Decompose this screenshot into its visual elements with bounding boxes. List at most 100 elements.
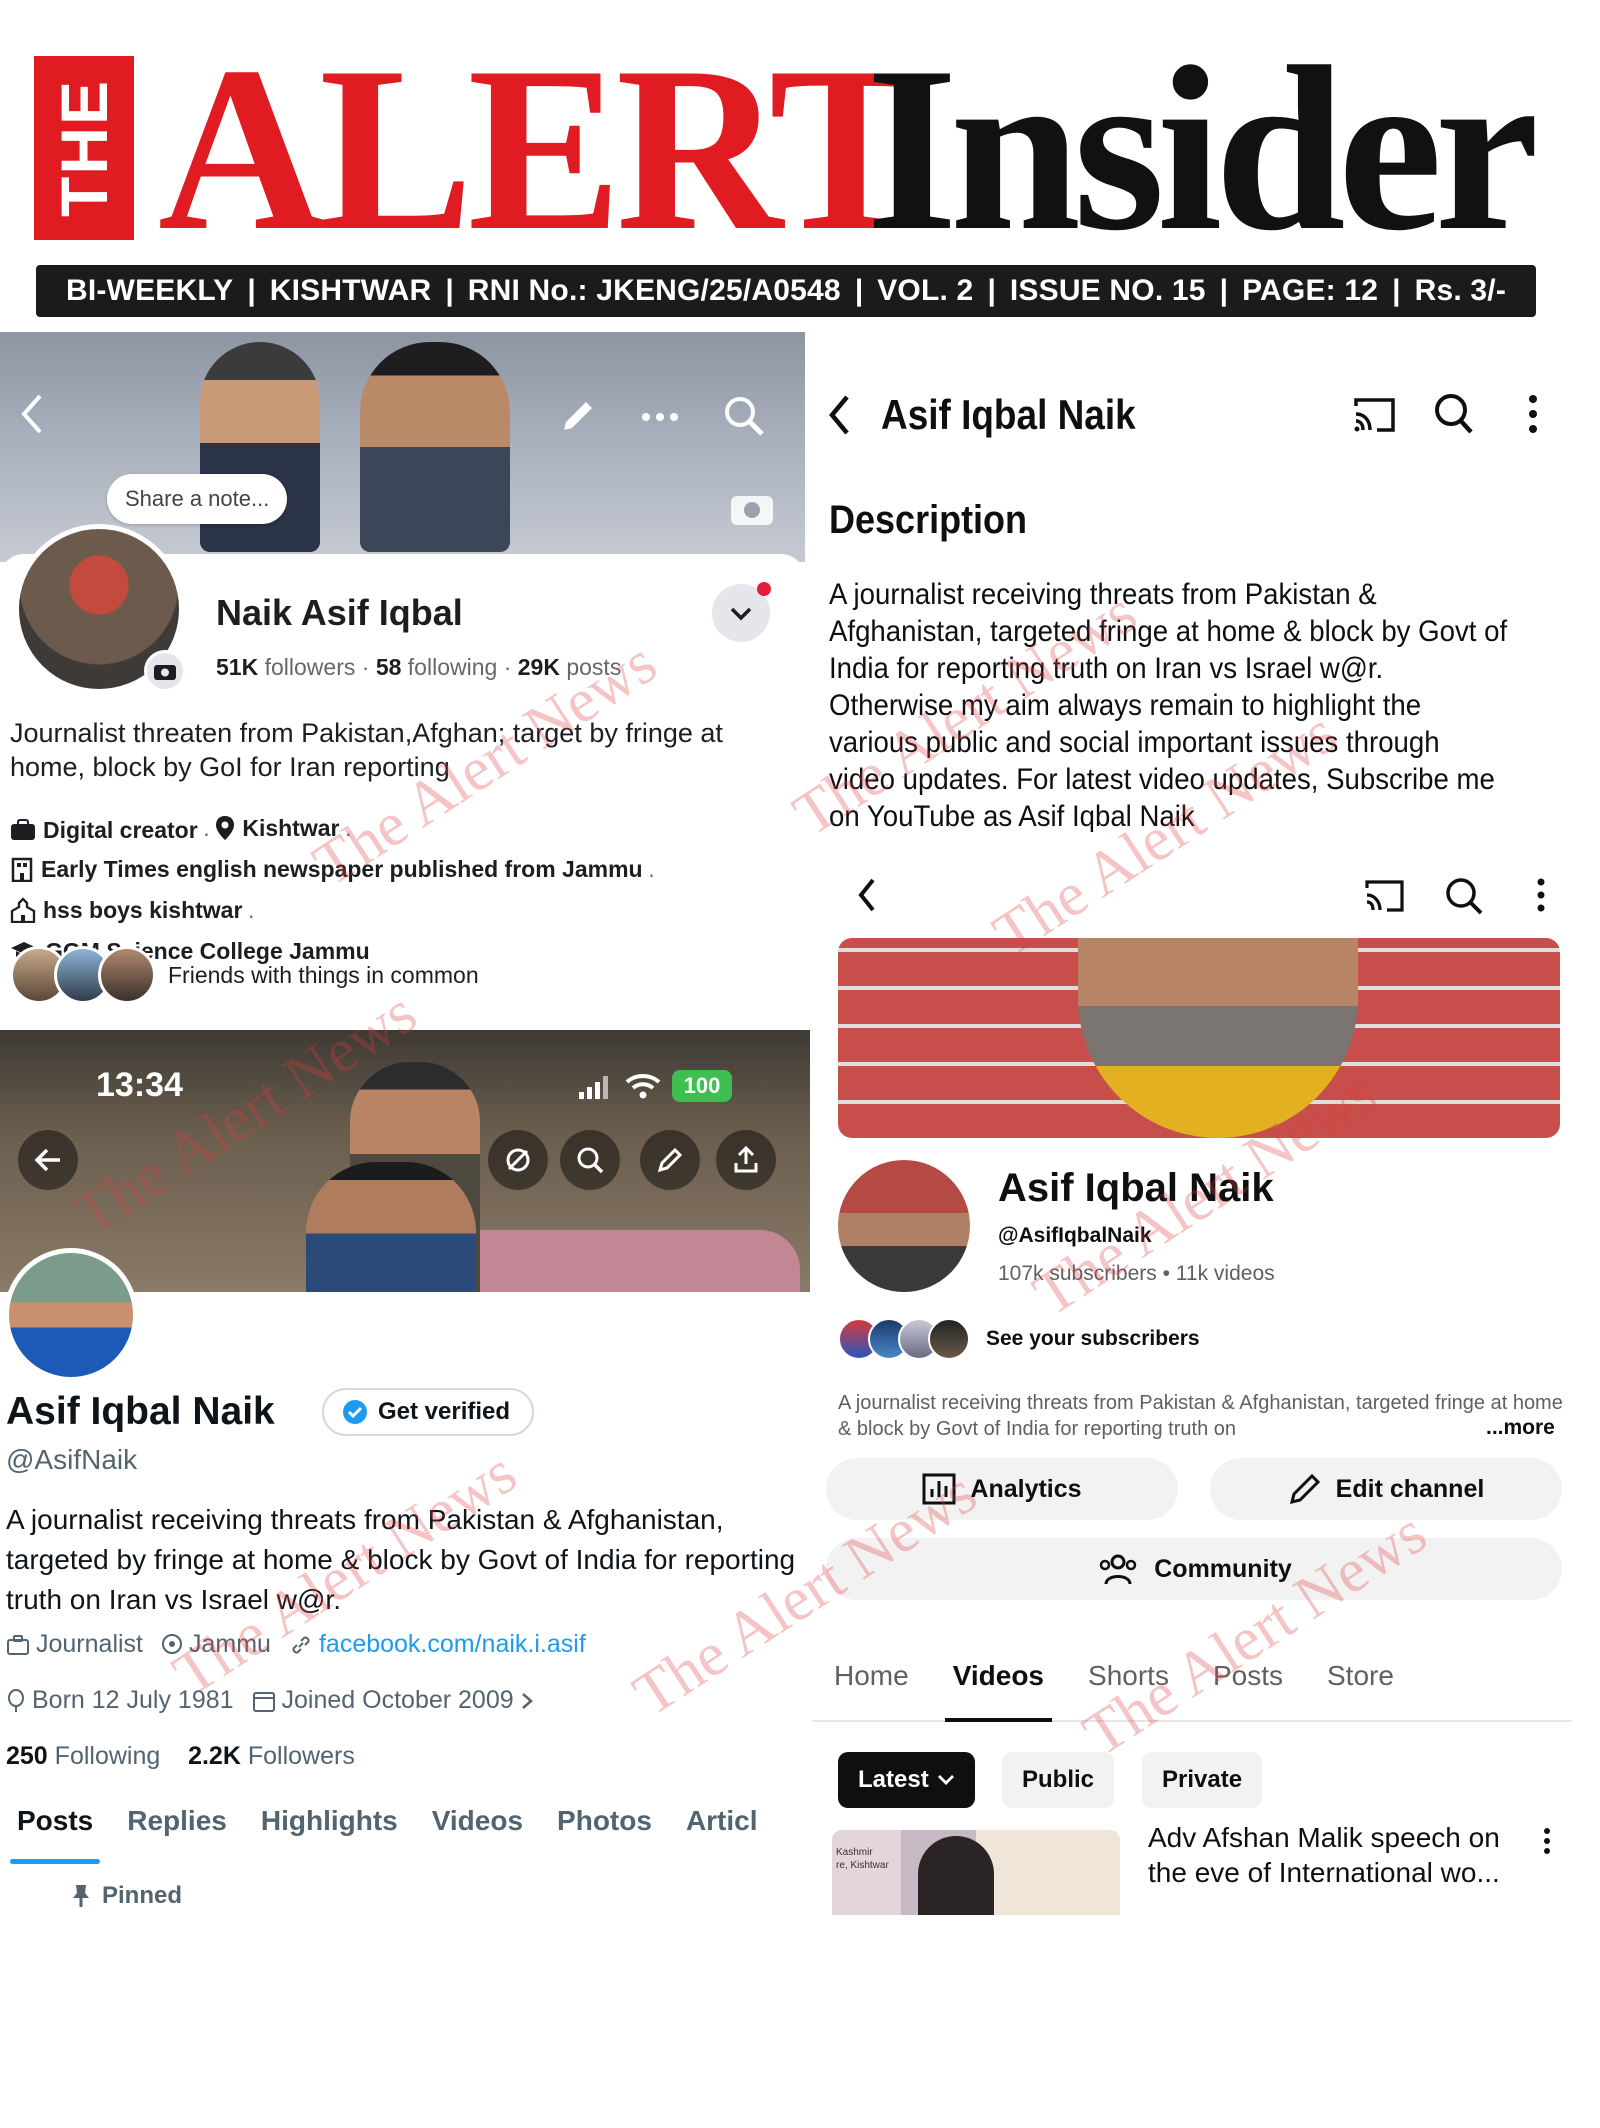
- youtube-description-screenshot: Asif Iqbal Naik Description A journalist…: [815, 370, 1585, 840]
- share-note-bubble[interactable]: Share a note...: [107, 474, 288, 524]
- detail-location: Kishtwar: [215, 810, 339, 846]
- cast-icon[interactable]: [1353, 394, 1397, 434]
- channel-name: Asif Iqbal Naik: [998, 1166, 1274, 1210]
- facebook-profile-screenshot: Share a note... Naik Asif Iqbal 51K foll…: [0, 332, 805, 1034]
- meta-link-text[interactable]: facebook.com/naik.i.asif: [319, 1630, 586, 1659]
- tab-posts[interactable]: Posts: [1191, 1636, 1305, 1720]
- profile-stats: 51K followers · 58 following · 29K posts: [216, 654, 621, 681]
- pin-icon: [70, 1883, 92, 1909]
- get-verified-button[interactable]: Get verified: [322, 1388, 535, 1436]
- subscriber-count: 107k subscribers: [998, 1262, 1157, 1285]
- community-icon: [1096, 1552, 1140, 1586]
- community-button[interactable]: Community: [826, 1538, 1562, 1600]
- the-box: THE: [34, 56, 134, 240]
- tab-home[interactable]: Home: [812, 1636, 931, 1720]
- back-icon[interactable]: [856, 876, 878, 914]
- tab-videos[interactable]: Videos: [415, 1790, 540, 1864]
- edit-channel-label: Edit channel: [1335, 1474, 1485, 1503]
- chip-private[interactable]: Private: [1142, 1752, 1263, 1808]
- banner-face: [1078, 938, 1358, 1138]
- tab-photos[interactable]: Photos: [540, 1790, 669, 1864]
- meta-link[interactable]: facebook.com/naik.i.asif: [289, 1630, 586, 1659]
- more-link[interactable]: ...more: [1480, 1416, 1555, 1440]
- signal-icon: [578, 1074, 610, 1100]
- meta-text: Journalist: [36, 1630, 143, 1658]
- tab-articles[interactable]: Articl: [669, 1790, 775, 1864]
- share-icon[interactable]: [716, 1130, 776, 1190]
- back-icon[interactable]: [827, 393, 853, 437]
- battery-indicator: 100: [672, 1070, 732, 1102]
- search-icon[interactable]: [1444, 876, 1484, 916]
- wifi-icon: [624, 1072, 662, 1100]
- video-title[interactable]: Adv Afshan Malik speech on the eve of In…: [1148, 1820, 1518, 1890]
- pencil-icon[interactable]: [556, 394, 600, 438]
- chip-label: Public: [1022, 1766, 1095, 1793]
- video-more-vert-icon[interactable]: [1542, 1826, 1552, 1856]
- following-label[interactable]: Following: [55, 1742, 161, 1770]
- video-thumbnail[interactable]: Kashmir re, Kishtwar: [832, 1830, 1120, 1915]
- channel-about[interactable]: A journalist receiving threats from Paki…: [838, 1390, 1568, 1442]
- chip-public[interactable]: Public: [1002, 1752, 1115, 1808]
- detail-text: Digital creator: [43, 817, 198, 843]
- notification-dot: [757, 582, 771, 596]
- tab-posts[interactable]: Posts: [0, 1790, 110, 1864]
- cast-icon[interactable]: [1364, 878, 1406, 914]
- more-vert-icon[interactable]: [1536, 876, 1546, 914]
- search-icon[interactable]: [560, 1130, 620, 1190]
- followers-label[interactable]: Followers: [248, 1742, 355, 1770]
- camera-icon[interactable]: [728, 488, 776, 528]
- grok-icon[interactable]: [488, 1130, 548, 1190]
- youtube-channel-screenshot: Asif Iqbal Naik @AsifIqbalNaik 107k subs…: [812, 860, 1592, 1915]
- calendar-icon: [252, 1689, 276, 1713]
- tab-store[interactable]: Store: [1305, 1636, 1416, 1720]
- posts-label: posts: [566, 654, 622, 680]
- info-page: PAGE: 12: [1242, 274, 1379, 307]
- back-icon[interactable]: [18, 392, 46, 436]
- more-vert-icon[interactable]: [1527, 392, 1539, 436]
- profile-avatar[interactable]: [4, 1248, 138, 1382]
- tab-replies[interactable]: Replies: [110, 1790, 244, 1864]
- detail-school: hss boys kishtwar: [10, 892, 242, 928]
- status-time: 13:34: [96, 1066, 183, 1104]
- chip-latest[interactable]: Latest: [838, 1752, 975, 1808]
- info-frequency: BI-WEEKLY: [65, 274, 234, 307]
- info-separator: |: [247, 274, 256, 307]
- profile-dates-row: Born 12 July 1981 Joined October 2009: [6, 1686, 534, 1715]
- profile-bio: Journalist threaten from Pakistan,Afghan…: [10, 718, 723, 782]
- video-count: 11k videos: [1175, 1262, 1275, 1285]
- posts-count: 29K: [517, 654, 560, 680]
- more-icon[interactable]: [640, 402, 680, 432]
- detail-separator: ·: [202, 820, 211, 846]
- link-icon: [289, 1633, 313, 1657]
- avatar-camera-icon[interactable]: [144, 650, 186, 692]
- balloon-icon: [6, 1688, 26, 1713]
- channel-banner: [838, 938, 1560, 1138]
- edit-icon[interactable]: [640, 1130, 700, 1190]
- tab-highlights[interactable]: Highlights: [244, 1790, 415, 1864]
- chip-label: Latest: [858, 1766, 929, 1793]
- meta-born: Born 12 July 1981: [6, 1686, 234, 1715]
- info-issue: ISSUE NO. 15: [1009, 274, 1206, 307]
- search-icon[interactable]: [1433, 392, 1475, 436]
- follow-counts: 250 Following 2.2K Followers: [6, 1742, 355, 1771]
- tab-videos[interactable]: Videos: [931, 1636, 1066, 1722]
- meta-text: Born 12 July 1981: [32, 1686, 234, 1714]
- channel-avatar[interactable]: [838, 1160, 970, 1292]
- info-separator: |: [1219, 274, 1229, 307]
- channel-handle: @AsifIqbalNaik: [998, 1224, 1152, 1247]
- edit-channel-button[interactable]: Edit channel: [1210, 1458, 1562, 1520]
- search-icon[interactable]: [722, 394, 766, 438]
- chevron-right-icon: [520, 1691, 534, 1711]
- analytics-button[interactable]: Analytics: [826, 1458, 1178, 1520]
- detail-separator: ·: [647, 861, 656, 887]
- back-arrow-icon[interactable]: [18, 1130, 78, 1190]
- see-subscribers-row[interactable]: See your subscribers: [838, 1316, 1200, 1362]
- friend-avatar: [98, 946, 156, 1004]
- meta-location: Jammu: [161, 1630, 271, 1659]
- stats-separator: ·: [503, 654, 512, 680]
- description-paragraph: A journalist receiving threats from Paki…: [829, 578, 1508, 685]
- channel-stats: 107k subscribers • 11k videos: [998, 1262, 1275, 1286]
- mutual-friends[interactable]: Friends with things in common: [10, 944, 479, 1006]
- pinned-label: Pinned: [102, 1882, 183, 1909]
- tab-shorts[interactable]: Shorts: [1066, 1636, 1191, 1720]
